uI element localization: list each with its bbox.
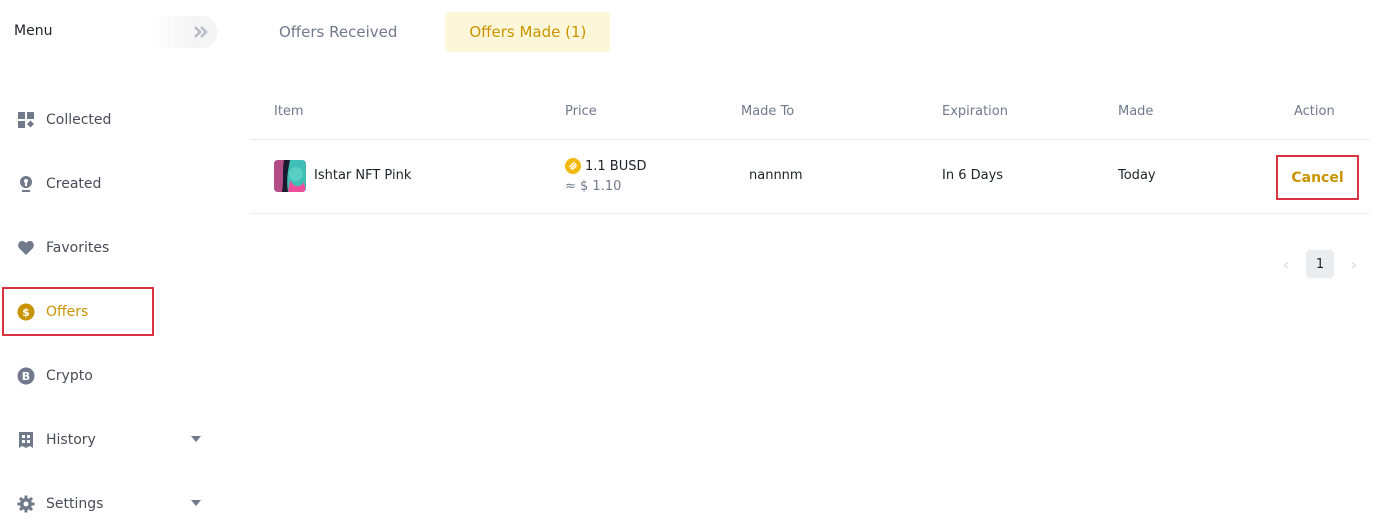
collapse-sidebar-button[interactable] [150,16,218,48]
sidebar-item-collected[interactable]: Collected [0,96,220,144]
double-chevron-right-icon [194,26,208,38]
receipt-icon [17,431,35,449]
table-row: Ishtar NFT Pink 1.1 BUSD ≈ $ 1.10 nannnm… [250,140,1370,214]
busd-coin-icon [565,158,581,174]
cancel-offer-button[interactable]: Cancel [1276,155,1359,200]
item-name[interactable]: Ishtar NFT Pink [314,168,411,183]
bitcoin-icon: B [17,367,35,385]
column-header-made: Made [1118,104,1154,119]
tab-offers-made[interactable]: Offers Made (1) [445,12,611,52]
sidebar-item-created[interactable]: Created [0,160,220,208]
offers-highlight-box [2,287,154,336]
sidebar-item-favorites[interactable]: Favorites [0,224,220,272]
grid-icon [17,111,35,129]
column-header-price: Price [565,104,597,119]
sidebar-item-label: History [46,432,96,448]
caret-down-icon [191,500,201,506]
pagination: ‹ 1 › [1276,250,1364,278]
offers-tabs: Offers Received Offers Made (1) [255,12,611,52]
heart-icon [17,239,35,257]
bulb-icon [17,175,35,193]
caret-down-icon [191,436,201,442]
menu-title: Menu [14,23,53,39]
sidebar-item-label: Settings [46,496,104,512]
chevron-left-icon[interactable]: ‹ [1276,250,1296,278]
sidebar-item-settings[interactable]: Settings [0,480,220,528]
table-header: Item Price Made To Expiration Made Actio… [250,90,1370,140]
sidebar-item-label: Favorites [46,240,110,256]
offers-table: Item Price Made To Expiration Made Actio… [250,90,1370,214]
sidebar: Menu Collected Created Favorites $ Offer… [0,0,230,530]
sidebar-item-label: Created [46,176,102,192]
sidebar-item-label: Crypto [46,368,93,384]
price-value: 1.1 BUSD [585,158,647,174]
column-header-action: Action [1294,104,1335,119]
nft-thumbnail[interactable] [274,160,306,192]
chevron-right-icon[interactable]: › [1344,250,1364,278]
page-button-current[interactable]: 1 [1306,250,1334,278]
sidebar-item-history[interactable]: History [0,416,220,464]
svg-text:B: B [22,370,30,383]
expiration-value: In 6 Days [942,168,1004,183]
made-to-user[interactable]: nannnm [749,168,803,183]
made-value: Today [1118,168,1156,183]
column-header-made-to: Made To [741,104,795,119]
price-usd: ≈ $ 1.10 [565,179,622,194]
price-busd: 1.1 BUSD [565,158,647,174]
gear-icon [17,495,35,513]
column-header-item: Item [274,104,304,119]
tab-offers-received[interactable]: Offers Received [255,12,421,52]
column-header-expiration: Expiration [942,104,1008,119]
sidebar-item-label: Collected [46,112,112,128]
sidebar-item-crypto[interactable]: B Crypto [0,352,220,400]
